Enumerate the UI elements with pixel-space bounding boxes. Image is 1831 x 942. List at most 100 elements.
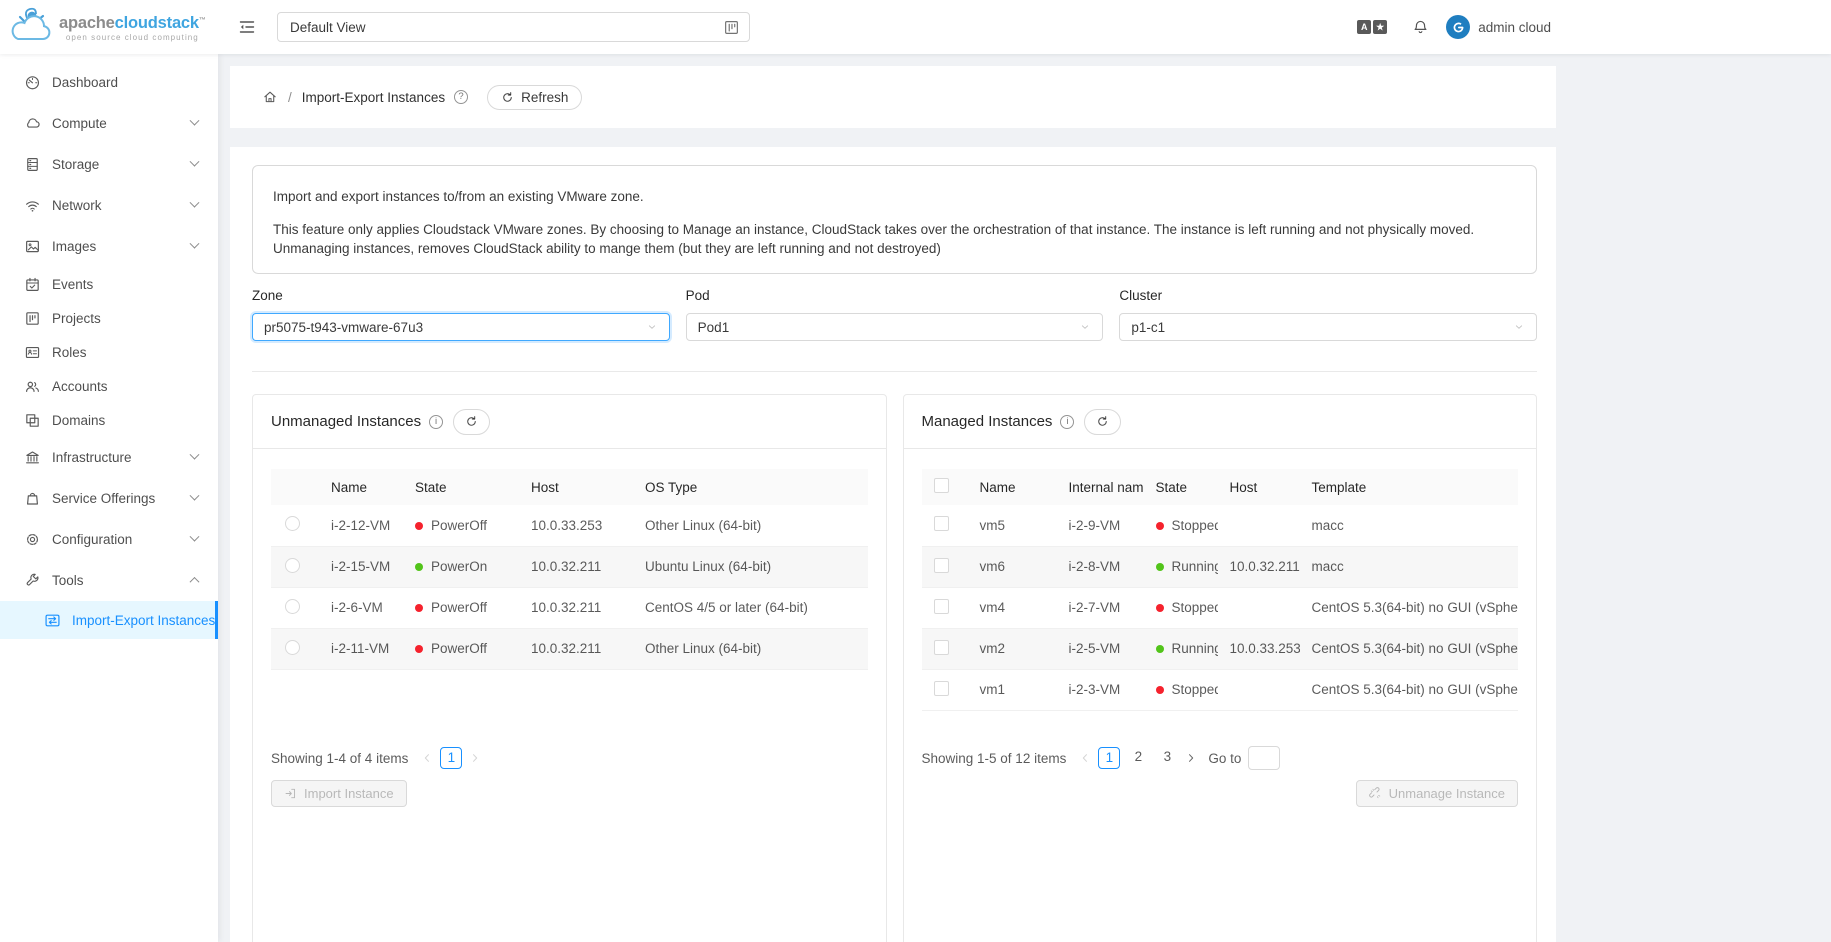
status-dot: [415, 604, 423, 612]
table-row[interactable]: vm6i-2-8-VMRunning10.0.32.211macc: [922, 546, 1519, 587]
sidebar-item-configuration[interactable]: Configuration: [0, 519, 218, 560]
cell-host: [1218, 587, 1300, 628]
row-radio[interactable]: [285, 640, 300, 655]
pagination-prev-icon[interactable]: [421, 752, 433, 764]
unmanaged-table: Name State Host OS Type i-2-12-VMPowerOf…: [271, 469, 868, 745]
table-row[interactable]: vm5i-2-9-VMStoppedmacc: [922, 505, 1519, 546]
sidebar-item-images[interactable]: Images: [0, 226, 218, 267]
translate-icon[interactable]: A ★: [1357, 20, 1387, 34]
sidebar-item-compute[interactable]: Compute: [0, 103, 218, 144]
import-instance-button[interactable]: Import Instance: [271, 780, 407, 807]
table-row[interactable]: vm4i-2-7-VMStoppedCentOS 5.3(64-bit) no …: [922, 587, 1519, 628]
home-icon[interactable]: [262, 89, 278, 105]
translate-star-glyph: ★: [1373, 20, 1387, 34]
row-radio[interactable]: [285, 599, 300, 614]
row-checkbox[interactable]: [934, 681, 949, 696]
cell-state: PowerOn: [401, 546, 517, 587]
cell-template: CentOS 5.3(64-bit) no GUI (vSphere): [1300, 628, 1519, 669]
sidebar-item-storage[interactable]: Storage: [0, 144, 218, 185]
cell-name: vm6: [968, 546, 1057, 587]
user-avatar[interactable]: [1446, 15, 1470, 39]
view-selector-value: Default View: [290, 20, 723, 35]
sidebar-item-events[interactable]: Events: [0, 267, 218, 301]
row-radio[interactable]: [285, 558, 300, 573]
pod-select[interactable]: Pod1: [686, 313, 1104, 341]
sidebar-item-label: Service Offerings: [52, 491, 155, 506]
pod-value: Pod1: [698, 320, 1080, 335]
column-header: OS Type: [631, 469, 868, 505]
swap-icon: [44, 612, 61, 629]
status-dot: [1156, 686, 1164, 694]
main-content: / Import-Export Instances ? Refresh Impo…: [218, 54, 1831, 942]
row-checkbox[interactable]: [934, 599, 949, 614]
managed-panel-header: Managed Instances i: [904, 395, 1537, 449]
chevron-down-icon: [190, 491, 200, 501]
sidebar-item-domains[interactable]: Domains: [0, 403, 218, 437]
pagination-next-icon[interactable]: [1185, 752, 1197, 764]
goto-page-input[interactable]: [1248, 746, 1280, 770]
sidebar-item-label: Tools: [52, 573, 84, 588]
managed-table: Name Internal name State Host Template v…: [922, 469, 1519, 745]
sidebar-item-accounts[interactable]: Accounts: [0, 369, 218, 403]
pagination-page-1[interactable]: 1: [440, 747, 462, 769]
sidebar-item-tools[interactable]: Tools: [0, 560, 218, 601]
project-view-icon[interactable]: [723, 19, 740, 36]
cell-template: CentOS 5.3(64-bit) no GUI (vSphere): [1300, 669, 1519, 710]
notifications-bell-icon[interactable]: [1412, 19, 1429, 36]
unmanaged-reload-button[interactable]: [453, 409, 490, 435]
unmanage-instance-label: Unmanage Instance: [1389, 786, 1505, 801]
sidebar-item-projects[interactable]: Projects: [0, 301, 218, 335]
row-checkbox[interactable]: [934, 558, 949, 573]
pagination-page-2[interactable]: 2: [1127, 747, 1149, 769]
sidebar-item-import-export-instances[interactable]: Import-Export Instances: [0, 601, 218, 639]
cloudstack-logo[interactable]: apachecloudstack™ open source cloud comp…: [0, 7, 218, 47]
user-name[interactable]: admin cloud: [1478, 20, 1551, 35]
cell-state: Stopped: [1144, 587, 1218, 628]
table-row[interactable]: i-2-6-VMPowerOff10.0.32.211CentOS 4/5 or…: [271, 587, 868, 628]
pagination-next-icon[interactable]: [469, 752, 481, 764]
view-selector[interactable]: Default View: [277, 12, 750, 42]
info-icon[interactable]: i: [1060, 415, 1074, 429]
power-icon: [1451, 20, 1466, 35]
table-row[interactable]: i-2-15-VMPowerOn10.0.32.211Ubuntu Linux …: [271, 546, 868, 587]
zone-select[interactable]: pr5075-t943-vmware-67u3: [252, 313, 670, 341]
refresh-label: Refresh: [521, 90, 568, 105]
unmanaged-pagination: Showing 1-4 of 4 items1: [271, 745, 868, 771]
sidebar-item-label: Images: [52, 239, 96, 254]
managed-reload-button[interactable]: [1084, 409, 1121, 435]
pagination-prev-icon[interactable]: [1079, 752, 1091, 764]
instances-panels: Unmanaged Instances i Name State Host: [252, 394, 1537, 942]
menu-fold-icon[interactable]: [238, 18, 256, 36]
help-icon[interactable]: ?: [454, 90, 468, 104]
sidebar-item-label: Compute: [52, 116, 107, 131]
unmanage-instance-button[interactable]: Unmanage Instance: [1356, 780, 1518, 807]
sidebar-item-label: Network: [52, 198, 102, 213]
info-icon[interactable]: i: [429, 415, 443, 429]
select-all-checkbox[interactable]: [934, 478, 949, 493]
reload-icon: [1096, 415, 1109, 428]
sidebar-item-infrastructure[interactable]: Infrastructure: [0, 437, 218, 478]
row-radio[interactable]: [285, 516, 300, 531]
pagination-page-1[interactable]: 1: [1098, 747, 1120, 769]
pod-filter: Pod Pod1: [686, 286, 1104, 341]
sidebar-item-network[interactable]: Network: [0, 185, 218, 226]
sidebar-item-service-offerings[interactable]: Service Offerings: [0, 478, 218, 519]
cell-state: PowerOff: [401, 505, 517, 546]
table-row[interactable]: vm2i-2-5-VMRunning10.0.33.253CentOS 5.3(…: [922, 628, 1519, 669]
table-row[interactable]: vm1i-2-3-VMStoppedCentOS 5.3(64-bit) no …: [922, 669, 1519, 710]
sidebar-item-dashboard[interactable]: Dashboard: [0, 62, 218, 103]
cluster-select[interactable]: p1-c1: [1119, 313, 1537, 341]
pagination-page-3[interactable]: 3: [1156, 747, 1178, 769]
page-card: Import and export instances to/from an e…: [230, 147, 1556, 942]
chevron-down-icon: [1513, 321, 1525, 333]
row-checkbox[interactable]: [934, 640, 949, 655]
import-instance-label: Import Instance: [304, 786, 394, 801]
sidebar-item-roles[interactable]: Roles: [0, 335, 218, 369]
table-row[interactable]: i-2-11-VMPowerOff10.0.32.211Other Linux …: [271, 628, 868, 669]
refresh-button[interactable]: Refresh: [487, 85, 582, 110]
table-row[interactable]: i-2-12-VMPowerOff10.0.33.253Other Linux …: [271, 505, 868, 546]
cell-name: vm1: [968, 669, 1057, 710]
column-header: Name: [968, 469, 1057, 505]
row-checkbox[interactable]: [934, 516, 949, 531]
chevron-down-icon: [190, 450, 200, 460]
